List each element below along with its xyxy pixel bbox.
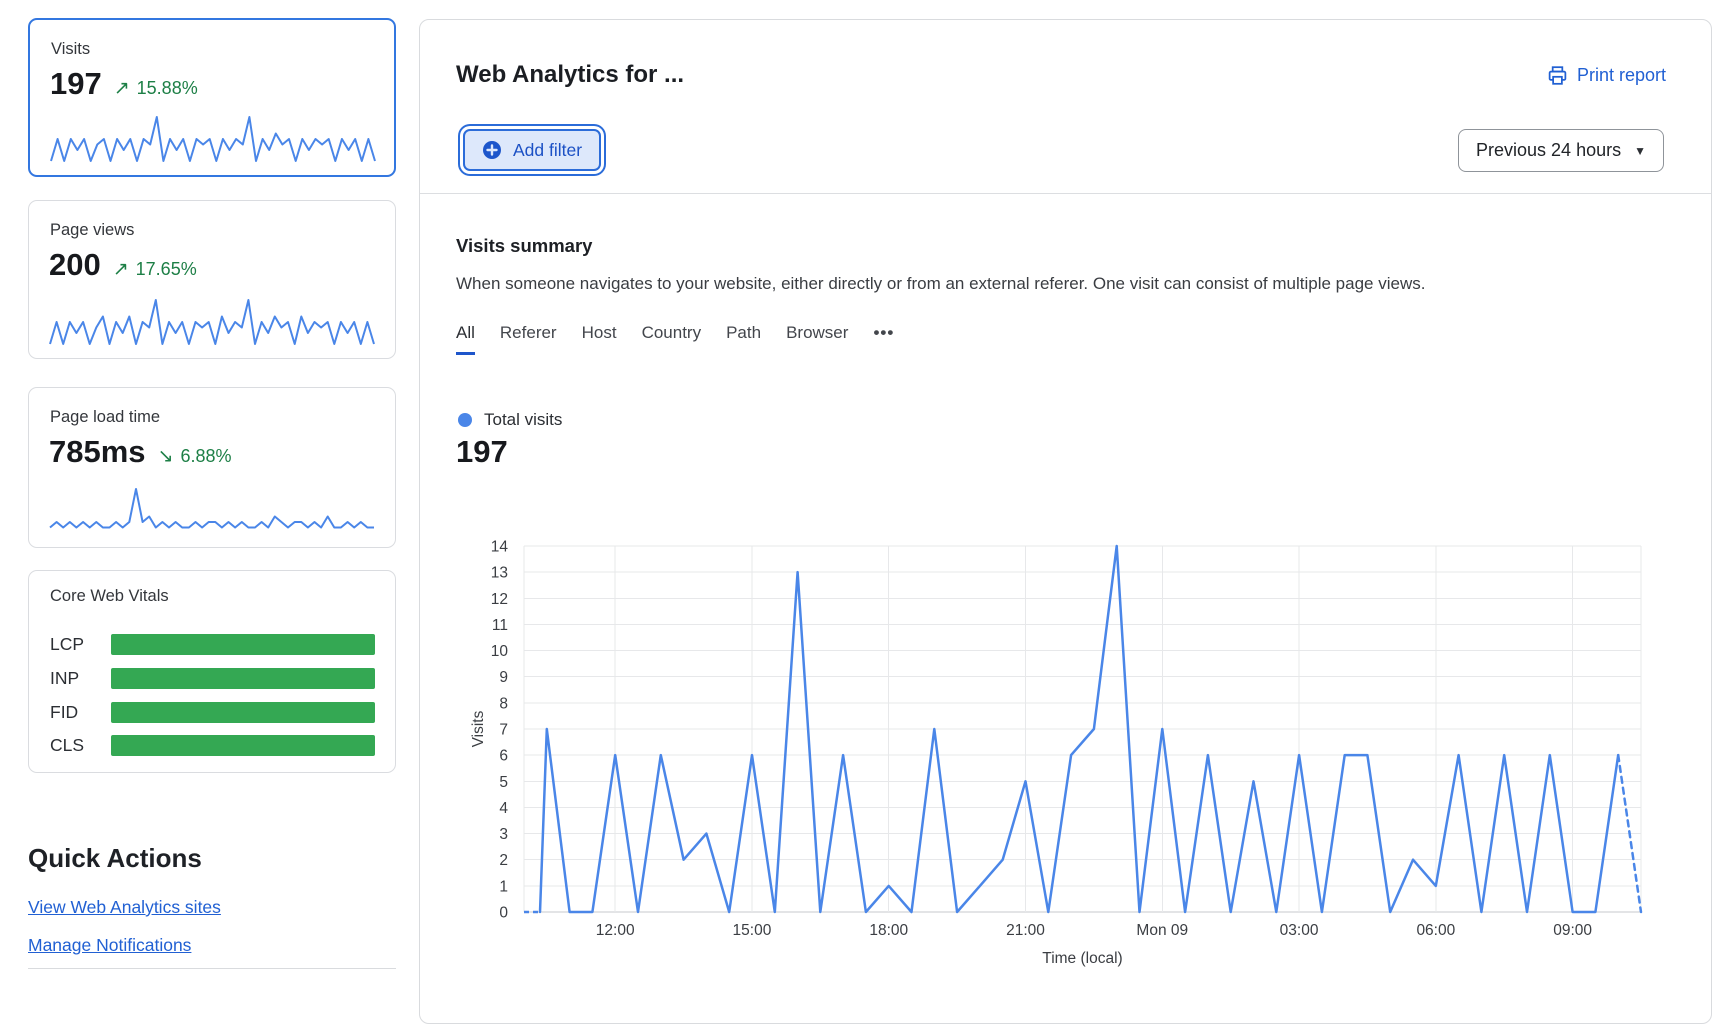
stat-card-page-load-time[interactable]: Page load time 785ms ↘ 6.88% (28, 387, 396, 548)
svg-text:12:00: 12:00 (596, 922, 635, 939)
stat-value: 785ms (49, 434, 146, 470)
time-range-label: Previous 24 hours (1476, 140, 1621, 161)
svg-text:14: 14 (491, 539, 509, 556)
svg-text:1: 1 (499, 878, 508, 895)
print-report-label: Print report (1577, 65, 1666, 86)
stat-delta: ↗ 17.65% (113, 258, 197, 281)
svg-text:5: 5 (499, 774, 508, 791)
svg-text:2: 2 (499, 852, 508, 869)
tab-all[interactable]: All (456, 323, 475, 355)
visits-summary-description: When someone navigates to your website, … (456, 274, 1425, 294)
svg-text:21:00: 21:00 (1006, 922, 1045, 939)
page-load-sparkline (49, 487, 375, 535)
vitals-metric-label: INP (50, 668, 111, 689)
chart-legend: Total visits (458, 410, 562, 430)
tab-path[interactable]: Path (726, 323, 761, 355)
stat-value: 200 (49, 247, 101, 283)
svg-text:09:00: 09:00 (1553, 922, 1592, 939)
svg-text:9: 9 (499, 669, 508, 686)
dimension-tabs: All Referer Host Country Path Browser ••… (456, 323, 894, 355)
printer-icon (1547, 65, 1568, 86)
tab-browser[interactable]: Browser (786, 323, 848, 355)
stat-value-row: 197 ↗ 15.88% (50, 66, 198, 102)
stat-delta: ↗ 15.88% (114, 77, 198, 100)
stat-card-page-views[interactable]: Page views 200 ↗ 17.65% (28, 200, 396, 359)
svg-text:7: 7 (499, 722, 508, 739)
add-filter-label: Add filter (513, 140, 582, 161)
stat-delta: ↘ 6.88% (158, 445, 232, 468)
add-filter-button[interactable]: Add filter (463, 129, 601, 171)
vitals-bar-good (111, 668, 375, 689)
visits-sparkline (50, 115, 376, 163)
stat-delta-value: 15.88% (137, 78, 198, 99)
svg-text:13: 13 (491, 565, 508, 582)
tab-host[interactable]: Host (582, 323, 617, 355)
stat-delta-value: 17.65% (136, 259, 197, 280)
tab-country[interactable]: Country (642, 323, 702, 355)
svg-text:11: 11 (492, 617, 508, 634)
stat-card-label: Visits (51, 40, 90, 59)
chevron-down-icon: ▼ (1634, 144, 1646, 158)
trend-up-icon: ↗ (114, 77, 130, 100)
time-range-dropdown[interactable]: Previous 24 hours ▼ (1458, 129, 1664, 172)
core-web-vitals-title: Core Web Vitals (50, 587, 169, 606)
visits-line-chart: 0123456789101112131412:0015:0018:0021:00… (431, 511, 1681, 981)
stat-value-row: 200 ↗ 17.65% (49, 247, 197, 283)
core-web-vitals-card[interactable]: Core Web Vitals LCP INP FID CLS (28, 570, 396, 773)
quick-actions-title: Quick Actions (28, 843, 202, 874)
plus-circle-icon (482, 140, 502, 160)
svg-text:0: 0 (499, 905, 508, 922)
svg-text:4: 4 (499, 800, 508, 817)
vitals-row-inp: INP (50, 667, 375, 689)
stat-delta-value: 6.88% (180, 446, 231, 467)
svg-text:12: 12 (491, 591, 508, 608)
svg-text:10: 10 (491, 643, 509, 660)
header-divider (420, 193, 1711, 194)
svg-text:18:00: 18:00 (869, 922, 908, 939)
page-title: Web Analytics for ... (456, 61, 684, 89)
stat-card-label: Page load time (50, 408, 160, 427)
vitals-row-cls: CLS (50, 734, 375, 756)
vitals-metric-label: CLS (50, 735, 111, 756)
web-analytics-panel: Web Analytics for ... Print report Add f… (419, 19, 1712, 1024)
svg-text:03:00: 03:00 (1280, 922, 1319, 939)
svg-text:06:00: 06:00 (1416, 922, 1455, 939)
svg-text:Mon 09: Mon 09 (1136, 922, 1188, 939)
legend-dot-icon (458, 413, 472, 427)
page-views-sparkline (49, 298, 375, 346)
svg-text:Visits: Visits (470, 710, 487, 747)
vitals-row-lcp: LCP (50, 633, 375, 655)
stat-card-label: Page views (50, 221, 134, 240)
trend-down-icon: ↘ (158, 445, 174, 468)
vitals-row-fid: FID (50, 701, 375, 723)
vitals-bar-good (111, 735, 375, 756)
stat-value-row: 785ms ↘ 6.88% (49, 434, 232, 470)
stat-card-visits[interactable]: Visits 197 ↗ 15.88% (28, 18, 396, 177)
link-view-web-analytics-sites[interactable]: View Web Analytics sites (28, 897, 221, 918)
vitals-bar-good (111, 634, 375, 655)
link-manage-notifications[interactable]: Manage Notifications (28, 935, 191, 956)
total-visits-value: 197 (456, 434, 508, 470)
svg-text:6: 6 (499, 748, 508, 765)
vitals-metric-label: FID (50, 702, 111, 723)
tab-referer[interactable]: Referer (500, 323, 557, 355)
trend-up-icon: ↗ (113, 258, 129, 281)
svg-text:8: 8 (499, 695, 508, 712)
svg-text:3: 3 (499, 826, 508, 843)
sidebar-divider (28, 968, 396, 969)
legend-label: Total visits (484, 410, 562, 430)
svg-text:15:00: 15:00 (733, 922, 772, 939)
print-report-button[interactable]: Print report (1547, 65, 1666, 86)
svg-text:Time (local): Time (local) (1042, 950, 1122, 967)
stat-value: 197 (50, 66, 102, 102)
vitals-bar-good (111, 702, 375, 723)
vitals-metric-label: LCP (50, 634, 111, 655)
visits-chart: 0123456789101112131412:0015:0018:0021:00… (431, 511, 1681, 986)
more-tabs-button[interactable]: ••• (873, 323, 894, 355)
visits-summary-title: Visits summary (456, 235, 592, 257)
